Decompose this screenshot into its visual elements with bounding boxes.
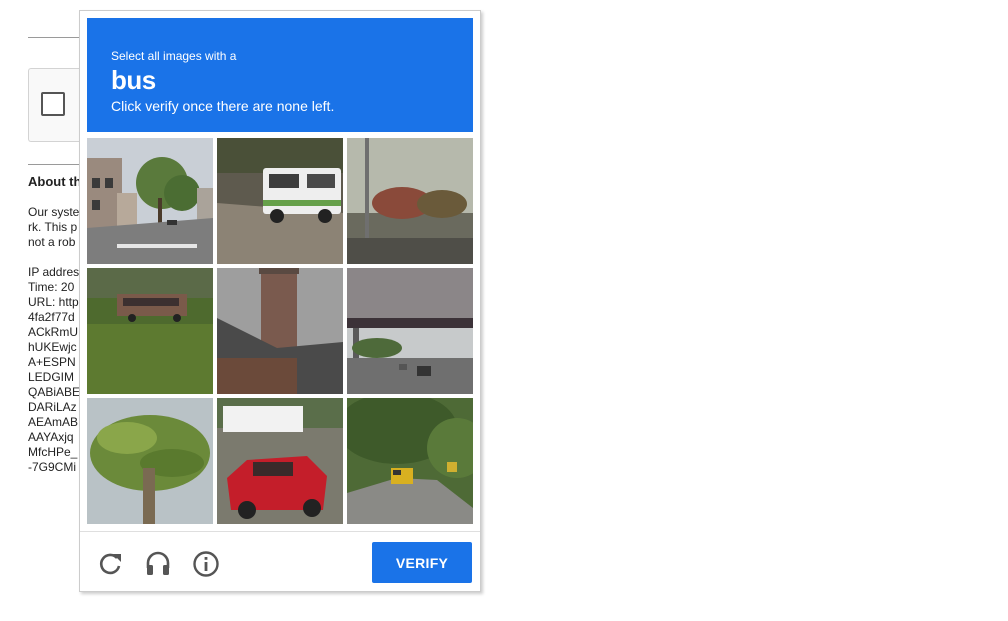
info-line: URL: http: [28, 295, 79, 309]
info-line: IP addres: [28, 265, 80, 279]
recaptcha-checkbox[interactable]: [41, 92, 65, 116]
verify-button[interactable]: VERIFY: [372, 542, 472, 583]
info-line: 4fa2f77d: [28, 310, 75, 324]
info-icon[interactable]: [192, 550, 220, 578]
audio-icon[interactable]: [144, 550, 172, 578]
image-tile-1[interactable]: [87, 138, 213, 264]
image-tile-7[interactable]: [87, 398, 213, 524]
info-line: Time: 20: [28, 280, 75, 294]
instruction-suffix: Click verify once there are none left.: [111, 98, 335, 114]
about-heading: About th: [28, 174, 82, 189]
info-line: QABiABE: [28, 385, 81, 399]
about-paragraph-line: Our syste: [28, 205, 80, 219]
about-paragraph-line: not a rob: [28, 235, 76, 249]
info-line: hUKEwjc: [28, 340, 77, 354]
info-line: LEDGIM: [28, 370, 75, 384]
image-tile-3[interactable]: [347, 138, 473, 264]
info-line: A+ESPN: [28, 355, 76, 369]
info-line: ACkRmU: [28, 325, 78, 339]
image-tile-8[interactable]: [217, 398, 343, 524]
info-line: AEAmAB: [28, 415, 79, 429]
image-tile-9[interactable]: [347, 398, 473, 524]
reload-icon[interactable]: [96, 550, 124, 578]
about-paragraph-line: rk. This p: [28, 220, 78, 234]
image-tile-2[interactable]: [217, 138, 343, 264]
info-line: AAYAxjq: [28, 430, 74, 444]
footer-divider: [80, 531, 480, 532]
challenge-header: Select all images with a bus Click verif…: [87, 18, 473, 132]
captcha-challenge-dialog: Select all images with a bus Click verif…: [79, 10, 481, 592]
instruction-prefix: Select all images with a: [111, 49, 237, 63]
image-tile-5[interactable]: [217, 268, 343, 394]
target-object: bus: [111, 65, 156, 95]
image-tile-4[interactable]: [87, 268, 213, 394]
info-line: DARiLAz: [28, 400, 77, 414]
image-tile-6[interactable]: [347, 268, 473, 394]
info-line: MfcHPe_: [28, 445, 78, 459]
info-line: -7G9CMi: [28, 460, 77, 474]
